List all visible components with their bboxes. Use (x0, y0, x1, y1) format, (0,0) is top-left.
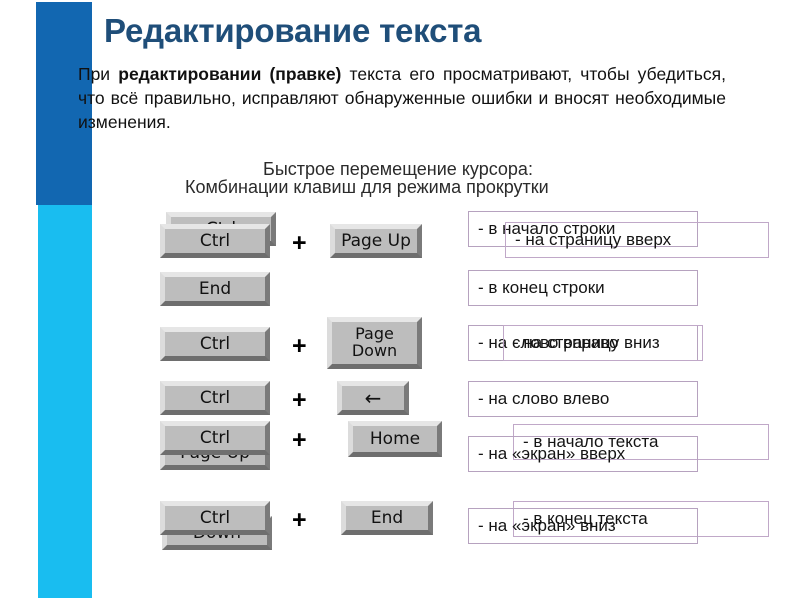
desc-page-down: - на страницу вниз (503, 325, 703, 361)
intro-bold-term: редактировании (правке) (118, 64, 342, 84)
key-ctrl[interactable]: Ctrl (160, 224, 270, 258)
intro-lead: При (78, 64, 119, 84)
plus-sign-2: + (292, 332, 307, 360)
key-ctrl-row4[interactable]: Ctrl (160, 381, 270, 415)
key-ctrl-row3[interactable]: Ctrl (160, 327, 270, 361)
intro-paragraph: При редактировании (правке) текста его п… (78, 62, 726, 134)
slide-title: Редактирование текста (104, 12, 482, 49)
slide-canvas: Редактирование текста При редактировании… (0, 0, 800, 600)
key-home[interactable]: Home (348, 421, 442, 457)
plus-sign-3: + (292, 386, 307, 414)
key-page-down[interactable]: Page Down (327, 317, 422, 369)
desc-screen-down: - на «экран» вниз (468, 508, 698, 544)
plus-sign-5: + (292, 506, 307, 534)
key-end-row6[interactable]: End (341, 501, 433, 535)
desc-screen-up: - на «экран» вверх (468, 436, 698, 472)
arrow-left-icon: ← (364, 386, 382, 410)
key-page-up[interactable]: Page Up (330, 224, 422, 258)
key-page-down-line2: Down (351, 341, 398, 360)
desc-word-left: - на слово влево (468, 381, 698, 417)
desc-page-up: - на страницу вверх (505, 222, 769, 258)
desc-line-end: - в конец строки (468, 270, 698, 306)
plus-sign-1: + (292, 229, 307, 257)
key-ctrl-row6[interactable]: Ctrl (160, 501, 270, 535)
subtitle-scroll-mode: Комбинации клавиш для режима прокрутки (185, 177, 549, 197)
key-end-row2[interactable]: End (160, 272, 270, 306)
key-ctrl-row5[interactable]: Ctrl (160, 421, 270, 455)
plus-sign-4: + (292, 426, 307, 454)
key-arrow-left[interactable]: ← (337, 381, 409, 415)
sidebar-accent-cyan (38, 205, 92, 598)
